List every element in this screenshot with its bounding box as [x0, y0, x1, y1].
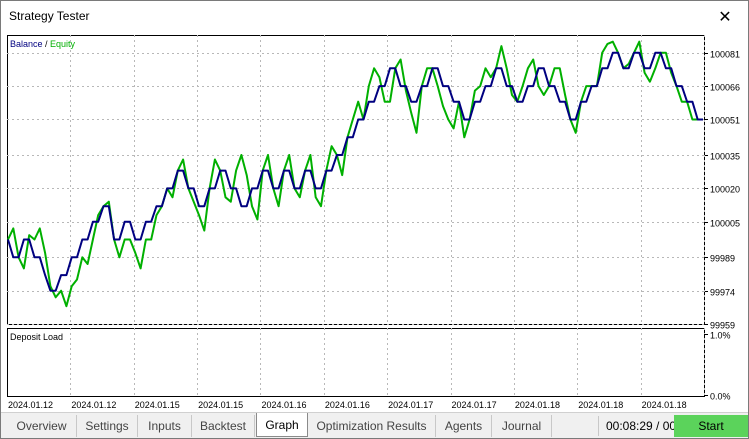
start-button[interactable]: Start: [674, 415, 748, 437]
tab-bar: Overview Settings Inputs Backtest Graph …: [1, 412, 748, 438]
title-bar: Strategy Tester ✕: [1, 1, 748, 32]
x-tick-label: 2024.01.18: [515, 400, 560, 409]
x-tick-label: 2024.01.17: [388, 400, 433, 409]
tab-graph[interactable]: Graph: [256, 413, 308, 437]
tab-optimization-results[interactable]: Optimization Results: [308, 415, 436, 437]
y-tick-label: 100051: [710, 116, 740, 126]
chart-legend: Balance / Equity: [10, 39, 76, 49]
y-tick-label: 100020: [710, 185, 740, 195]
legend-balance: Balance: [10, 39, 43, 49]
y-tick-label: 99959: [710, 321, 735, 331]
close-button[interactable]: ✕: [702, 1, 748, 32]
tab-journal[interactable]: Journal: [492, 415, 552, 437]
x-tick-label: 2024.01.12: [8, 400, 53, 409]
x-tick-label: 2024.01.17: [452, 400, 497, 409]
x-tick-label: 2024.01.18: [578, 400, 623, 409]
y-tick-label: 100081: [710, 50, 740, 60]
graph-area: 100081 100066 100051 100035 100020 100005 9998…: [6, 34, 748, 409]
deposit-y-tick-label: 1.0%: [710, 331, 731, 341]
y-tick-label: 100005: [710, 219, 740, 229]
legend-separator: /: [43, 39, 51, 49]
x-tick-label: 2024.01.18: [642, 400, 687, 409]
x-tick-label: 2024.01.15: [135, 400, 180, 409]
close-icon: ✕: [718, 8, 732, 26]
y-tick-label: 100035: [710, 152, 740, 162]
x-tick-label: 2024.01.16: [325, 400, 370, 409]
deposit-y-tick-label: 0.0%: [710, 392, 731, 402]
legend-equity: Equity: [50, 39, 76, 49]
window-title: Strategy Tester: [9, 9, 90, 23]
deposit-plot-frame: [7, 328, 705, 397]
x-tick-label: 2024.01.15: [198, 400, 243, 409]
y-tick-label: 100066: [710, 83, 740, 93]
tab-settings[interactable]: Settings: [77, 415, 138, 437]
x-tick-label: 2024.01.12: [71, 400, 116, 409]
strategy-tester-window: Strategy Tester ✕ 100081 100066 100051 1000…: [0, 0, 749, 439]
deposit-load-title: Deposit Load: [10, 332, 63, 342]
y-tick-label: 99989: [710, 254, 735, 264]
tab-overview[interactable]: Overview: [7, 415, 77, 437]
tab-agents[interactable]: Agents: [436, 415, 492, 437]
balance-equity-chart: 100081 100066 100051 100035 100020 100005 9998…: [7, 35, 740, 409]
x-tick-label: 2024.01.16: [261, 400, 306, 409]
tab-backtest[interactable]: Backtest: [192, 415, 255, 437]
y-tick-label: 99974: [710, 288, 735, 298]
tab-inputs[interactable]: Inputs: [138, 415, 192, 437]
tab-separator: [598, 416, 599, 436]
